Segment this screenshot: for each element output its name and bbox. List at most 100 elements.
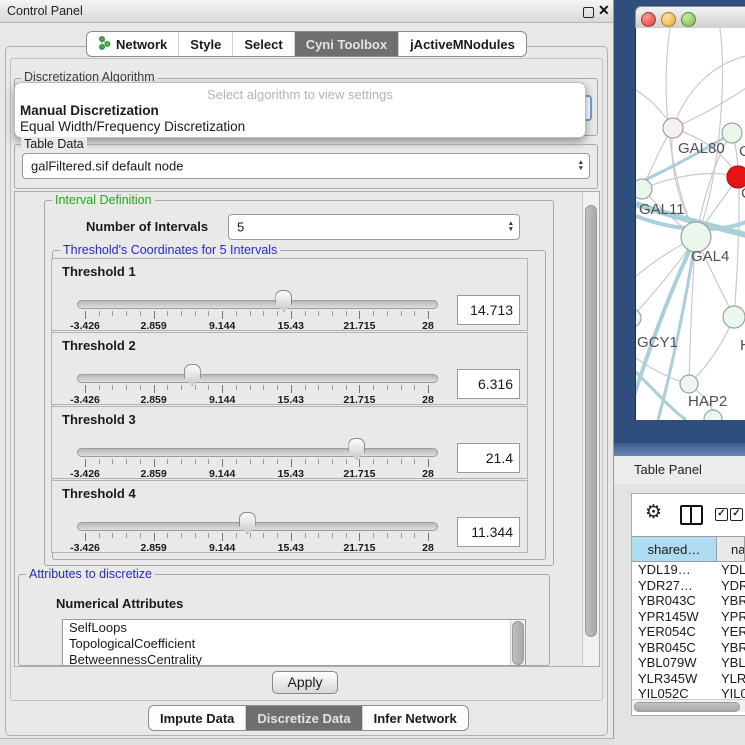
attribute-item[interactable]: SelfLoops — [63, 620, 525, 636]
table-row[interactable]: YLR345WYLR3 — [632, 671, 745, 687]
tick-mark — [222, 311, 223, 319]
table-scrollbar-thumb[interactable] — [634, 702, 740, 712]
threshold-row: Threshold 4-3.4262.8599.14415.4321.71528… — [51, 480, 528, 553]
slider-track[interactable] — [77, 522, 438, 531]
network-node-label: GA — [739, 143, 745, 160]
table-row[interactable]: YBR045CYBR0 — [632, 640, 745, 656]
network-edge — [689, 317, 734, 384]
threshold-value-field[interactable]: 14.713 — [457, 295, 520, 325]
tick-mark — [359, 533, 360, 541]
minimize-window-icon[interactable] — [661, 12, 676, 27]
table-data-combobox[interactable]: galFiltered.sif default node ▲▼ — [22, 153, 590, 179]
interval-definition-title: Interval Definition — [52, 193, 155, 207]
table-data-title: Table Data — [21, 137, 87, 151]
table-row[interactable]: YDL19…YDL1 — [632, 562, 745, 578]
tick-mark — [428, 533, 429, 541]
tick-label: 15.43 — [278, 542, 304, 554]
tick-mark — [401, 533, 402, 538]
tick-label: 28 — [422, 468, 434, 480]
tick-mark — [428, 459, 429, 467]
checkbox-icon[interactable]: ✓ — [715, 508, 728, 521]
network-node[interactable] — [636, 179, 652, 199]
slider-track[interactable] — [77, 300, 438, 309]
tab-select[interactable]: Select — [233, 32, 294, 56]
tick-mark — [305, 459, 306, 464]
gear-icon[interactable]: ⚙ — [645, 503, 662, 522]
table-row[interactable]: YPR145WYPR1 — [632, 609, 745, 625]
threshold-row: Threshold 2-3.4262.8599.14415.4321.71528… — [51, 332, 528, 405]
table-row[interactable]: YBR043CYBR0 — [632, 593, 745, 609]
tab-network[interactable]: Network — [87, 32, 179, 56]
network-node[interactable] — [704, 410, 722, 420]
close-icon[interactable]: ✕ — [598, 2, 610, 19]
tick-mark — [346, 311, 347, 316]
tick-mark — [195, 459, 196, 464]
threshold-value-field[interactable]: 11.344 — [457, 517, 520, 547]
settings-scrollbar[interactable] — [582, 192, 599, 666]
split-columns-icon[interactable] — [680, 505, 703, 525]
tick-mark — [387, 385, 388, 390]
node-table[interactable]: shared…naYDL19…YDL1YDR27…YDR2YBR043CYBR0… — [632, 536, 745, 698]
table-horizontal-scrollbar[interactable] — [632, 699, 745, 712]
table-row[interactable]: YER054CYER0 — [632, 624, 745, 640]
number-of-intervals-combobox[interactable]: 5 ▲▼ — [228, 214, 520, 240]
tick-mark — [359, 385, 360, 393]
attributes-scrollbar-thumb[interactable] — [512, 621, 524, 665]
tab-jactivemnodules[interactable]: jActiveMNodules — [399, 32, 526, 56]
network-canvas[interactable]: GAL80GACGAL11GAL4GCY1HHAP2 — [635, 28, 745, 420]
threshold-label: Threshold 2 — [62, 338, 136, 353]
attributes-scrollbar[interactable] — [510, 620, 525, 665]
tick-mark — [263, 459, 264, 464]
tick-mark — [126, 385, 127, 390]
network-node[interactable] — [663, 118, 683, 138]
tick-mark — [181, 385, 182, 390]
table-row[interactable]: YBL079WYBL0 — [632, 655, 745, 671]
tick-mark — [291, 385, 292, 393]
column-header[interactable]: shared… — [632, 537, 717, 561]
network-node[interactable] — [722, 123, 742, 143]
attribute-item[interactable]: BetweennessCentrality — [63, 652, 525, 666]
table-cell: YLR3 — [717, 671, 745, 686]
tick-mark — [222, 533, 223, 541]
tick-mark — [305, 311, 306, 316]
slider-track[interactable] — [77, 374, 438, 383]
settings-scrollbar-thumb[interactable] — [585, 205, 597, 637]
network-graph: GAL80GACGAL11GAL4GCY1HHAP2 — [636, 28, 745, 420]
table-row[interactable]: YIL052CYIL0 — [632, 686, 745, 698]
table-cell: YER054C — [632, 624, 717, 639]
tick-label: 2.859 — [140, 394, 166, 406]
table-row[interactable]: YDR27…YDR2 — [632, 578, 745, 594]
apply-button[interactable]: Apply — [272, 671, 338, 694]
tick-mark — [373, 533, 374, 538]
network-node[interactable] — [680, 375, 698, 393]
tick-mark — [167, 533, 168, 538]
slider-track[interactable] — [77, 448, 438, 457]
tab-style[interactable]: Style — [179, 32, 233, 56]
zoom-window-icon[interactable] — [681, 12, 696, 27]
tab-impute-data[interactable]: Impute Data — [149, 706, 246, 730]
network-node-label: GAL80 — [678, 140, 725, 157]
close-window-icon[interactable] — [641, 12, 656, 27]
tab-infer-network[interactable]: Infer Network — [363, 706, 468, 730]
tick-mark — [126, 311, 127, 316]
tab-cyni-toolbox[interactable]: Cyni Toolbox — [295, 32, 399, 56]
threshold-value-field[interactable]: 21.4 — [457, 443, 520, 473]
float-panel-icon[interactable] — [583, 7, 594, 18]
number-of-intervals-value: 5 — [237, 220, 244, 235]
popup-option[interactable]: Equal Width/Frequency Discretization — [20, 119, 245, 134]
threshold-value-field[interactable]: 6.316 — [457, 369, 520, 399]
stepper-icon: ▲▼ — [508, 221, 514, 233]
column-header[interactable]: na — [717, 537, 745, 561]
numerical-attributes-list[interactable]: SelfLoopsTopologicalCoefficientBetweenne… — [62, 619, 526, 666]
popup-option[interactable]: Manual Discretization — [20, 103, 159, 118]
tick-mark — [250, 311, 251, 316]
tick-label: 21.715 — [343, 320, 375, 332]
network-node[interactable] — [636, 309, 641, 327]
checkbox-icon[interactable]: ✓ — [730, 508, 743, 521]
tick-mark — [99, 385, 100, 390]
network-node[interactable] — [723, 306, 745, 328]
tick-label: -3.426 — [70, 468, 100, 480]
tab-discretize-data[interactable]: Discretize Data — [246, 706, 362, 730]
attribute-item[interactable]: TopologicalCoefficient — [63, 636, 525, 652]
table-cell: YDL19… — [632, 562, 717, 577]
